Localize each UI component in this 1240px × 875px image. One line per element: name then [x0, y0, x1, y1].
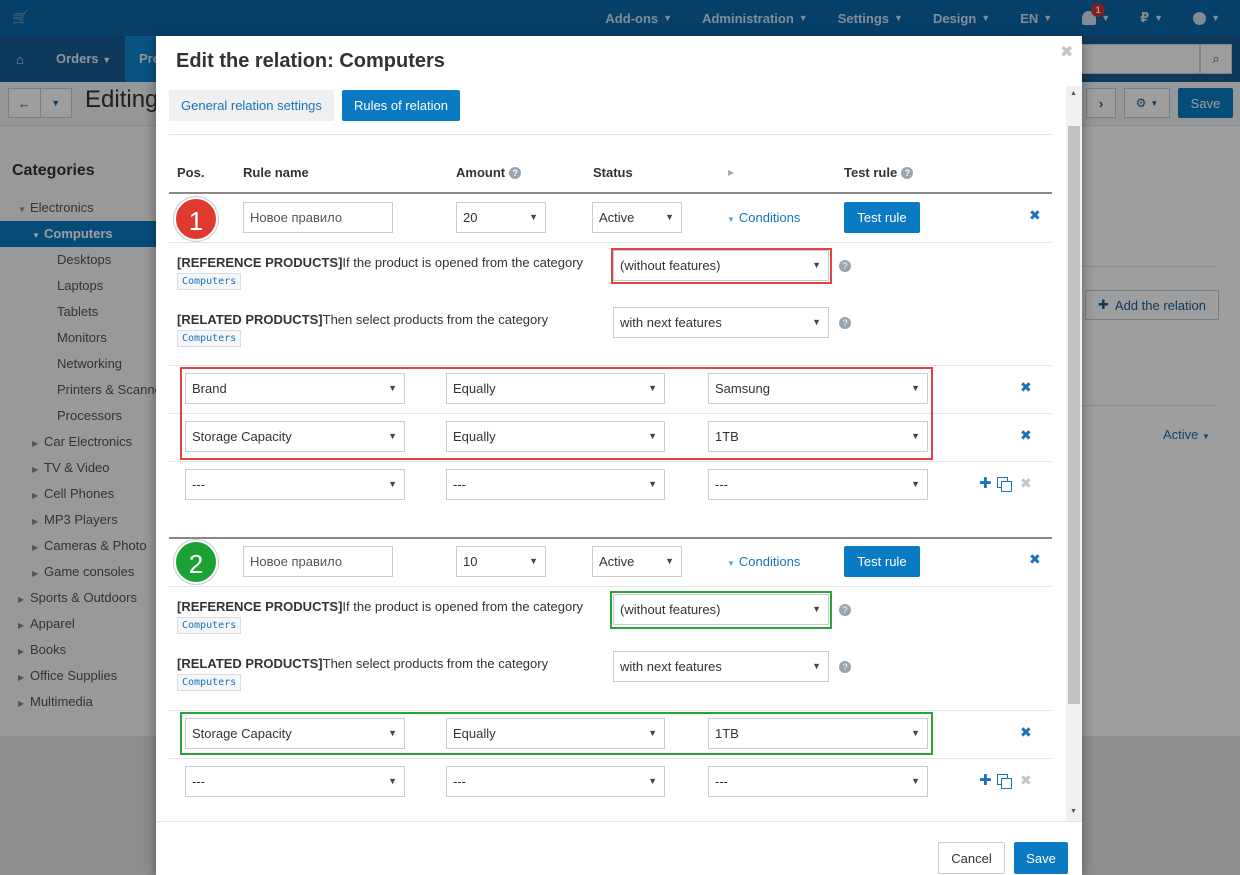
- highlight-box: [610, 591, 832, 629]
- highlight-box: [611, 248, 832, 284]
- caret-down-icon: ▼: [665, 556, 674, 566]
- tab-rules-of-relation[interactable]: Rules of relation: [342, 90, 460, 121]
- rule-number-badge: 1: [174, 197, 218, 241]
- rule-number-badge: 2: [174, 540, 218, 584]
- test-rule-button[interactable]: Test rule: [844, 546, 920, 577]
- help-icon[interactable]: ?: [839, 260, 851, 272]
- divider: [169, 537, 1052, 539]
- modal-footer: Cancel Save: [156, 821, 1082, 875]
- divider: [169, 461, 1052, 462]
- rule-name-input[interactable]: Новое правило: [243, 546, 393, 577]
- feature-select[interactable]: --- ▼: [185, 766, 405, 797]
- divider: [169, 758, 1052, 759]
- divider: [169, 134, 1052, 135]
- delete-condition-icon[interactable]: ✖: [1020, 427, 1032, 444]
- related-products-label: [RELATED PRODUCTS]Then select products f…: [177, 312, 549, 327]
- triangle-down-icon: ▼: [727, 215, 735, 224]
- amount-select[interactable]: 20 ▼: [456, 202, 546, 233]
- divider: [169, 365, 1052, 366]
- caret-down-icon: ▼: [812, 661, 821, 671]
- category-tag[interactable]: Computers: [177, 674, 242, 691]
- related-mode-select[interactable]: with next features ▼: [613, 651, 829, 682]
- highlight-box: [180, 367, 933, 460]
- caret-down-icon: ▼: [911, 479, 920, 489]
- highlight-box: [180, 712, 933, 755]
- scrollbar-thumb[interactable]: [1068, 126, 1080, 704]
- delete-condition-icon[interactable]: ✖: [1020, 772, 1032, 789]
- divider: [169, 192, 1052, 194]
- tab-general-settings[interactable]: General relation settings: [169, 90, 334, 121]
- delete-condition-icon[interactable]: ✖: [1020, 475, 1032, 492]
- clone-icon[interactable]: [997, 477, 1012, 492]
- add-condition-icon[interactable]: ✚: [979, 474, 992, 492]
- value-select[interactable]: --- ▼: [708, 469, 928, 500]
- caret-down-icon: ▼: [648, 479, 657, 489]
- related-mode-select[interactable]: with next features ▼: [613, 307, 829, 338]
- reference-products-label: [REFERENCE PRODUCTS]If the product is op…: [177, 255, 584, 270]
- edit-relation-modal: Edit the relation: Computers ✖ General r…: [156, 36, 1082, 875]
- scroll-down-icon[interactable]: ▼: [1070, 808, 1077, 815]
- triangle-down-icon: ▼: [727, 559, 735, 568]
- scroll-up-icon[interactable]: ▲: [1070, 90, 1077, 97]
- modal-title: Edit the relation: Computers: [176, 50, 445, 72]
- header-status: Status: [593, 165, 633, 180]
- caret-down-icon: ▼: [812, 317, 821, 327]
- save-button[interactable]: Save: [1014, 842, 1068, 874]
- add-condition-icon[interactable]: ✚: [979, 771, 992, 789]
- delete-rule-icon[interactable]: ✖: [1029, 207, 1041, 224]
- caret-down-icon: ▼: [388, 776, 397, 786]
- close-icon[interactable]: ✖: [1060, 42, 1073, 62]
- divider: [169, 242, 1052, 243]
- delete-rule-icon[interactable]: ✖: [1029, 551, 1041, 568]
- help-icon[interactable]: ?: [839, 604, 851, 616]
- caret-down-icon: ▼: [911, 776, 920, 786]
- amount-select[interactable]: 10 ▼: [456, 546, 546, 577]
- caret-down-icon: ▼: [529, 556, 538, 566]
- category-tag[interactable]: Computers: [177, 617, 242, 634]
- divider: [169, 710, 1052, 711]
- caret-down-icon: ▼: [648, 776, 657, 786]
- conditions-toggle[interactable]: ▼ Conditions: [727, 554, 800, 569]
- modal-body: General relation settings Rules of relat…: [156, 86, 1082, 821]
- help-icon[interactable]: ?: [509, 167, 522, 179]
- operator-select[interactable]: --- ▼: [446, 469, 665, 500]
- cancel-button[interactable]: Cancel: [938, 842, 1005, 874]
- test-rule-button[interactable]: Test rule: [844, 202, 920, 233]
- operator-select[interactable]: --- ▼: [446, 766, 665, 797]
- caret-down-icon: ▼: [388, 479, 397, 489]
- header-pos: Pos.: [177, 165, 205, 180]
- help-icon[interactable]: ?: [839, 317, 851, 329]
- help-icon[interactable]: ?: [839, 661, 851, 673]
- clone-icon[interactable]: [997, 774, 1012, 789]
- delete-condition-icon[interactable]: ✖: [1020, 379, 1032, 396]
- value-select[interactable]: --- ▼: [708, 766, 928, 797]
- help-icon[interactable]: ?: [901, 167, 914, 179]
- caret-down-icon: ▼: [529, 212, 538, 222]
- header-amount: Amount?: [456, 165, 522, 180]
- category-tag[interactable]: Computers: [177, 330, 242, 347]
- modal-scrollbar[interactable]: ▲ ▼: [1066, 86, 1082, 821]
- status-select[interactable]: Active ▼: [592, 202, 682, 233]
- feature-select[interactable]: --- ▼: [185, 469, 405, 500]
- delete-condition-icon[interactable]: ✖: [1020, 724, 1032, 741]
- caret-down-icon: ▼: [665, 212, 674, 222]
- triangle-right-icon[interactable]: ▶: [728, 168, 734, 177]
- header-test-rule: Test rule?: [844, 165, 914, 180]
- category-tag[interactable]: Computers: [177, 273, 242, 290]
- rule-name-input[interactable]: Новое правило: [243, 202, 393, 233]
- related-products-label: [RELATED PRODUCTS]Then select products f…: [177, 656, 549, 671]
- status-select[interactable]: Active ▼: [592, 546, 682, 577]
- reference-products-label: [REFERENCE PRODUCTS]If the product is op…: [177, 599, 584, 614]
- header-rule-name: Rule name: [243, 165, 309, 180]
- divider: [169, 586, 1052, 587]
- conditions-toggle[interactable]: ▼ Conditions: [727, 210, 800, 225]
